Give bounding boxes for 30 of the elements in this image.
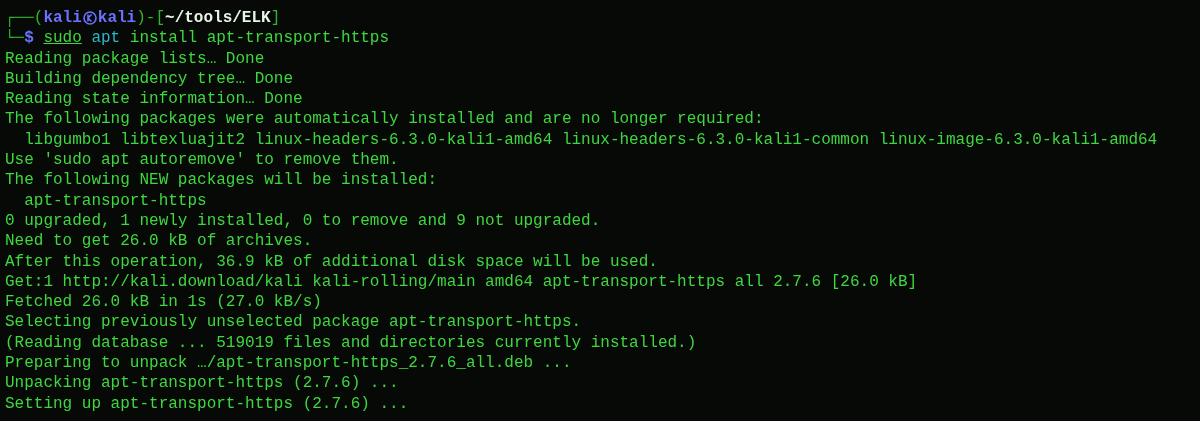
prompt-user: kali xyxy=(43,8,82,29)
prompt-frame: ┌──( xyxy=(5,8,44,29)
output-line: Use 'sudo apt autoremove' to remove them. xyxy=(5,150,399,171)
output-line: apt-transport-https xyxy=(23,190,207,211)
output-line: The following NEW packages will be installed: xyxy=(5,170,438,191)
output-line: Unpacking apt-transport-https (2.7.6) ... xyxy=(5,373,399,394)
output-line: Get:1 http://kali.download/kali kali-rolling/main amd64 apt-transport-https all 2.7.6 [26.0 kB] xyxy=(5,271,918,293)
prompt-path: ~/tools/ELK xyxy=(165,8,271,29)
output-line: Reading state information… Done xyxy=(5,89,303,110)
prompt-symbol: $ xyxy=(24,28,34,49)
output-line: Selecting previously unselected package apt-transport-https. xyxy=(5,312,582,333)
prompt-frame: )-[ xyxy=(136,8,166,29)
output-line: Setting up apt-transport-https (2.7.6) ... xyxy=(5,393,409,414)
output-line: Fetched 26.0 kB in 1s (27.0 kB/s) xyxy=(5,292,322,313)
circled-symbol-icon xyxy=(82,11,97,26)
output-line: libgumbo1 libtexluajit2 linux-headers-6.3.0-kali1-amd64 linux-headers-6.3.0-kali1-common linux-image-6.3.0-kali1-amd64 xyxy=(23,129,1158,151)
prompt-frame: └─ xyxy=(5,28,25,49)
command-text: apt xyxy=(91,28,121,49)
output-line: Need to get 26.0 kB of archives. xyxy=(5,231,313,252)
prompt-frame: ] xyxy=(270,8,281,29)
prompt-host: kali xyxy=(97,8,137,29)
output-line: The following packages were automatically installed and are no longer required: xyxy=(5,109,764,130)
command-text: sudo xyxy=(43,28,82,49)
output-line: (Reading database ... 519019 files and directories currently installed.) xyxy=(5,332,697,354)
output-line: Reading package lists… Done xyxy=(5,48,265,69)
output-line: After this operation, 36.9 kB of additional disk space will be used. xyxy=(5,251,658,272)
output-line: 0 upgraded, 1 newly installed, 0 to remove and 9 not upgraded. xyxy=(5,210,601,232)
command-text: install apt-transport-https xyxy=(129,28,390,49)
output-line: Building dependency tree… Done xyxy=(5,68,294,90)
output-line: Preparing to unpack …/apt-transport-https_2.7.6_all.deb ... xyxy=(5,353,572,374)
